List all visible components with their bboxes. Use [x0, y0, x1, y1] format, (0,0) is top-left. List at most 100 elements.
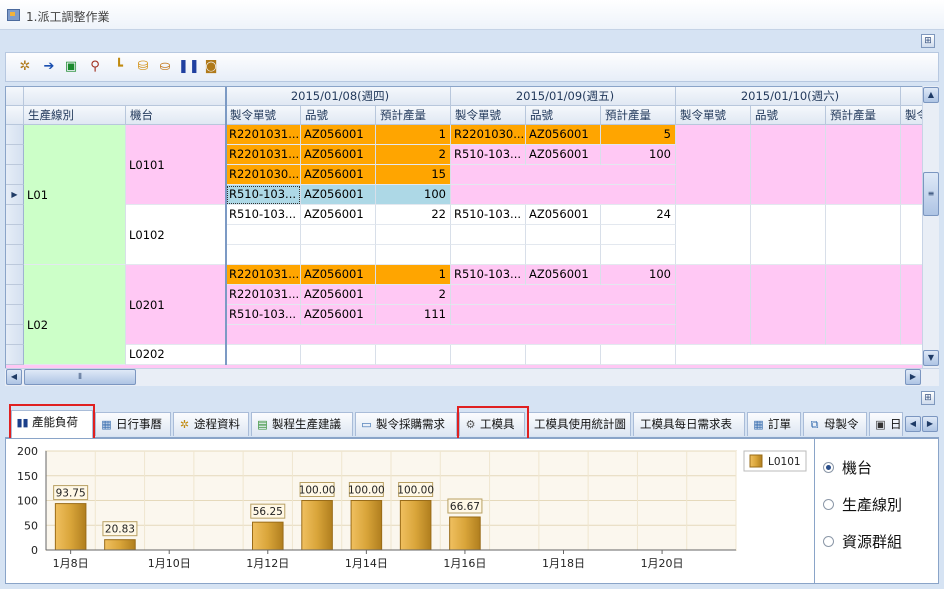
row-indicator[interactable]: [6, 285, 24, 305]
empty-cell[interactable]: [226, 245, 301, 265]
date-header-2[interactable]: 2015/01/09(週五): [451, 87, 676, 106]
item-cell[interactable]: AZ056001: [301, 305, 376, 325]
order-cell[interactable]: R2201030...: [451, 125, 526, 145]
scroll-down-icon[interactable]: ▼: [923, 350, 939, 366]
row-indicator[interactable]: [6, 245, 24, 265]
empty-cell[interactable]: [601, 245, 676, 265]
row-indicator[interactable]: [6, 325, 24, 345]
horizontal-scrollbar[interactable]: ◀ ⦀ ▶: [5, 368, 939, 386]
empty-cell[interactable]: [301, 345, 376, 365]
empty-cell[interactable]: [826, 205, 901, 265]
tab-scroll-left-icon[interactable]: ◀: [905, 416, 921, 432]
vertical-scrollbar[interactable]: ▲ ≡ ▼: [922, 86, 939, 368]
col-header-line[interactable]: 生產線別: [24, 106, 126, 125]
order-cell-selected[interactable]: R510-103...: [226, 185, 301, 205]
col-header-item-d2[interactable]: 品號: [526, 106, 601, 125]
empty-cell[interactable]: [451, 165, 676, 185]
empty-cell[interactable]: [751, 125, 826, 205]
empty-cell[interactable]: [451, 225, 526, 245]
tab-more[interactable]: ▣ 日: [869, 412, 903, 436]
row-indicator[interactable]: [6, 145, 24, 165]
radio-line[interactable]: 生產線別: [823, 494, 902, 515]
machine-cell-L0101[interactable]: L0101: [126, 125, 226, 205]
qty-cell[interactable]: 2: [376, 145, 451, 165]
item-cell[interactable]: AZ056001: [301, 285, 376, 305]
order-cell[interactable]: R2201031...: [226, 265, 301, 285]
empty-cell[interactable]: [226, 345, 301, 365]
item-cell[interactable]: AZ056001: [301, 185, 376, 205]
horizontal-scroll-thumb[interactable]: ⦀: [24, 369, 136, 385]
empty-cell[interactable]: [826, 125, 901, 205]
order-cell[interactable]: R2201031...: [226, 145, 301, 165]
qty-cell[interactable]: 100: [601, 145, 676, 165]
empty-cell[interactable]: [751, 265, 826, 345]
order-cell[interactable]: R510-103...: [451, 145, 526, 165]
qty-cell[interactable]: 1: [376, 265, 451, 285]
order-cell[interactable]: R510-103...: [451, 205, 526, 225]
pin-icon-lower[interactable]: ⊞: [921, 391, 935, 405]
line-cell-L01[interactable]: L01: [24, 125, 126, 265]
empty-cell[interactable]: [676, 265, 751, 345]
empty-cell[interactable]: [526, 345, 601, 365]
pin-icon[interactable]: ⊞: [921, 34, 935, 48]
excel-export-icon[interactable]: ▣: [62, 58, 80, 76]
row-indicator[interactable]: [6, 125, 24, 145]
item-cell[interactable]: AZ056001: [301, 145, 376, 165]
empty-cell[interactable]: [676, 345, 938, 365]
empty-cell[interactable]: [526, 225, 601, 245]
empty-cell[interactable]: [226, 325, 676, 345]
database-export-icon[interactable]: ⛀: [156, 58, 174, 76]
item-cell[interactable]: AZ056001: [301, 265, 376, 285]
order-cell[interactable]: R2201031...: [226, 285, 301, 305]
empty-cell[interactable]: [226, 225, 301, 245]
row-indicator[interactable]: [6, 305, 24, 325]
empty-cell[interactable]: [601, 345, 676, 365]
order-cell[interactable]: R2201031...: [226, 125, 301, 145]
qty-cell[interactable]: 24: [601, 205, 676, 225]
radio-machine[interactable]: 機台: [823, 457, 872, 478]
col-header-order-d3[interactable]: 製令單號: [676, 106, 751, 125]
row-indicator[interactable]: [6, 205, 24, 225]
item-cell[interactable]: AZ056001: [526, 205, 601, 225]
empty-cell[interactable]: [451, 345, 526, 365]
col-header-qty-d3[interactable]: 預計產量: [826, 106, 901, 125]
scroll-left-icon[interactable]: ◀: [6, 369, 22, 385]
tab-parent-order[interactable]: ⧉ 母製令: [803, 412, 867, 436]
col-header-machine[interactable]: 機台: [126, 106, 226, 125]
dispatch-grid[interactable]: 2015/01/08(週四) 2015/01/09(週五) 2015/01/10…: [5, 86, 939, 386]
machine-cell-L0201[interactable]: L0201: [126, 265, 226, 345]
scroll-up-icon[interactable]: ▲: [923, 87, 939, 103]
row-indicator[interactable]: [6, 225, 24, 245]
qty-cell[interactable]: 111: [376, 305, 451, 325]
empty-cell[interactable]: [376, 345, 451, 365]
tab-routing[interactable]: ✲ 途程資料: [173, 412, 249, 436]
current-row-arrow-icon[interactable]: ▶: [6, 185, 24, 205]
empty-cell[interactable]: [451, 305, 676, 325]
order-cell[interactable]: R2201030...: [226, 165, 301, 185]
search-icon[interactable]: ⚲: [86, 58, 104, 76]
tab-purchase-demand[interactable]: ▭ 製令採購需求: [355, 412, 457, 436]
empty-cell[interactable]: [526, 245, 601, 265]
item-cell[interactable]: AZ056001: [526, 265, 601, 285]
item-cell[interactable]: AZ056001: [526, 125, 601, 145]
date-header-3[interactable]: 2015/01/10(週六): [676, 87, 901, 106]
col-header-qty-d2[interactable]: 預計產量: [601, 106, 676, 125]
tab-scroll-right-icon[interactable]: ▶: [922, 416, 938, 432]
database-icon[interactable]: ⛁: [134, 58, 152, 76]
empty-cell[interactable]: [376, 245, 451, 265]
col-header-order-d2[interactable]: 製令單號: [451, 106, 526, 125]
empty-cell[interactable]: [676, 125, 751, 205]
empty-cell[interactable]: [826, 265, 901, 345]
qty-cell[interactable]: 22: [376, 205, 451, 225]
col-header-order-d1[interactable]: 製令單號: [226, 106, 301, 125]
vertical-scroll-thumb[interactable]: ≡: [923, 172, 939, 216]
empty-cell[interactable]: [376, 225, 451, 245]
empty-cell[interactable]: [751, 205, 826, 265]
row-indicator[interactable]: [6, 265, 24, 285]
tab-tooling-usage-chart[interactable]: 工模具使用統計圖: [527, 412, 631, 436]
tab-orders[interactable]: ▦ 訂單: [747, 412, 801, 436]
radio-resource-group[interactable]: 資源群組: [823, 531, 902, 552]
row-indicator[interactable]: [6, 165, 24, 185]
order-cell[interactable]: R510-103...: [226, 205, 301, 225]
machine-cell-L0102[interactable]: L0102: [126, 205, 226, 265]
